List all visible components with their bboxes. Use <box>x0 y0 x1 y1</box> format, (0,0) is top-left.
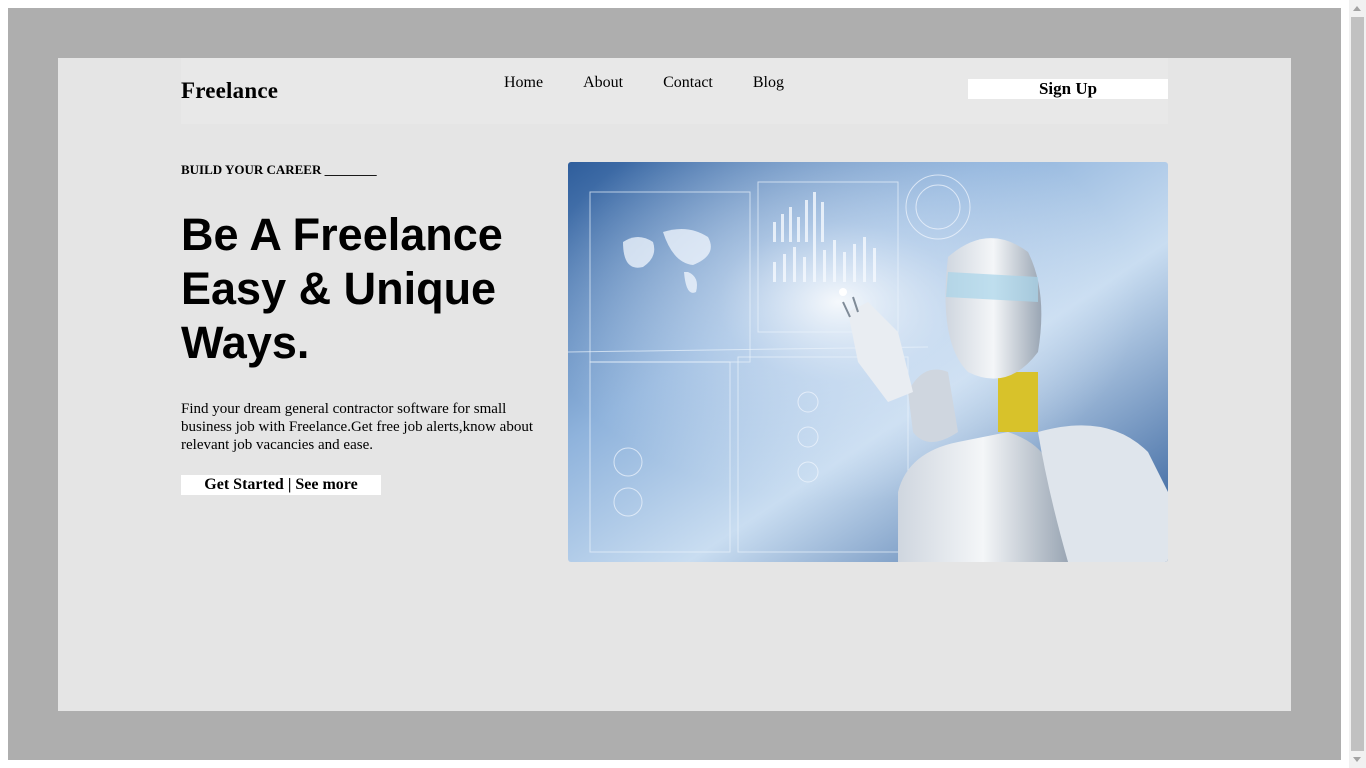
robot-hologram-image <box>568 162 1168 562</box>
browser-viewport: Freelance Home About Contact Blog Sign U… <box>0 0 1366 768</box>
navbar: Freelance Home About Contact Blog Sign U… <box>181 58 1168 124</box>
hero-eyebrow: BUILD YOUR CAREER ________ <box>181 162 377 177</box>
site-logo[interactable]: Freelance <box>181 78 278 104</box>
headline-line-1: Be A Freelance <box>181 209 503 260</box>
get-started-button[interactable]: Get Started | See more <box>181 475 381 495</box>
nav-links: Home About Contact Blog <box>504 74 824 92</box>
nav-link-blog[interactable]: Blog <box>753 74 784 92</box>
hero-description: Find your dream general contractor softw… <box>181 401 533 453</box>
headline-line-2: Easy & Unique <box>181 263 497 314</box>
hero-headline: Be A Freelance Easy & Unique Ways. <box>181 208 551 370</box>
nav-link-contact[interactable]: Contact <box>663 74 713 92</box>
landing-card: Freelance Home About Contact Blog Sign U… <box>58 58 1291 711</box>
scroll-up-icon[interactable] <box>1353 6 1361 11</box>
vertical-scrollbar[interactable] <box>1349 0 1366 768</box>
headline-line-3: Ways. <box>181 317 310 368</box>
scroll-down-icon[interactable] <box>1353 757 1361 762</box>
page-background: Freelance Home About Contact Blog Sign U… <box>8 8 1341 760</box>
scrollbar-thumb[interactable] <box>1351 17 1364 751</box>
sign-up-button[interactable]: Sign Up <box>968 79 1168 99</box>
nav-link-home[interactable]: Home <box>504 74 543 92</box>
nav-link-about[interactable]: About <box>583 74 623 92</box>
